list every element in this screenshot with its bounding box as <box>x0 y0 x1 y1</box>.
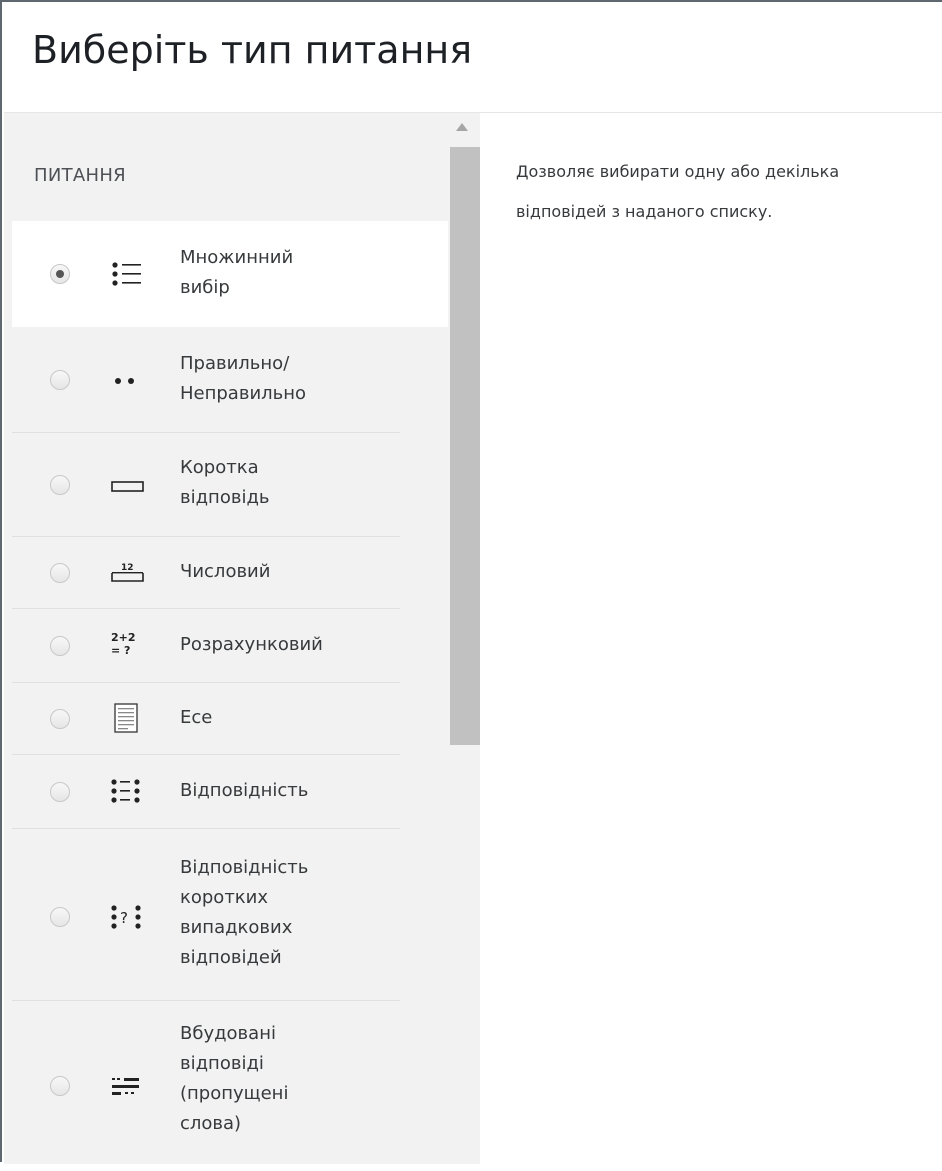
qtype-item-shortanswer[interactable]: Коротка відповідь <box>12 433 448 537</box>
qtype-label: Коротка відповідь <box>180 457 270 508</box>
dialog-header: Виберіть тип питання <box>4 4 942 113</box>
qtype-item-numerical[interactable]: 12 Числовий <box>12 537 448 609</box>
svg-text:= ?: = ? <box>111 644 130 657</box>
shortanswer-icon <box>111 481 144 492</box>
essay-icon <box>114 703 138 733</box>
qtype-radio-calculated[interactable] <box>50 636 70 656</box>
multianswer-icon <box>112 1078 139 1095</box>
qtype-radio-shortanswer[interactable] <box>50 475 70 495</box>
qtype-item-essay[interactable]: Есе <box>12 683 448 755</box>
qtype-label: Вбудовані відповіді (пропущені слова) <box>180 1023 289 1134</box>
qtype-item-calculated[interactable]: 2+2 = ? Розрахунковий <box>12 609 448 683</box>
qtype-radio-randomsamatch[interactable] <box>50 907 70 927</box>
qtype-radio-numerical[interactable] <box>50 563 70 583</box>
qtype-item-match[interactable]: Відповідність <box>12 755 448 829</box>
dialog-title: Виберіть тип питання <box>32 28 473 72</box>
qtype-label: Есе <box>180 707 213 728</box>
qtype-label: Розрахунковий <box>180 634 323 655</box>
scroll-up-arrow-icon[interactable] <box>456 123 468 131</box>
svg-text:?: ? <box>120 909 128 927</box>
svg-text:2+2: 2+2 <box>111 631 136 644</box>
qtype-label: Числовий <box>180 561 271 582</box>
sidebar-scrollbar[interactable] <box>450 113 480 1164</box>
match-icon <box>111 779 140 803</box>
qtype-radio-match[interactable] <box>50 782 70 802</box>
question-type-dialog: Виберіть тип питання ПИТАННЯ Множинний в… <box>0 0 942 1164</box>
qtype-radio-multichoice[interactable] <box>50 264 70 284</box>
qtype-label: Відповідність коротких випадкових відпов… <box>180 857 309 968</box>
calculated-icon: 2+2 = ? <box>111 631 136 657</box>
qtype-label: Відповідність <box>180 780 309 801</box>
qtype-radio-multianswer[interactable] <box>50 1076 70 1096</box>
question-type-sidebar: ПИТАННЯ Множинний вибір Правильно/ Непра… <box>4 113 480 1164</box>
qtype-radio-truefalse[interactable] <box>50 370 70 390</box>
qtype-item-randomsamatch[interactable]: ? Відповідність коротких випадкових відп… <box>12 829 448 1001</box>
qtype-item-multianswer[interactable]: Вбудовані відповіді (пропущені слова) <box>12 1001 448 1171</box>
svg-text:12: 12 <box>121 563 134 573</box>
question-type-description: Дозволяє вибирати одну або декілька відп… <box>516 162 840 221</box>
numerical-icon: 12 <box>111 563 144 582</box>
scroll-thumb[interactable] <box>450 147 480 745</box>
qtype-item-multichoice[interactable]: Множинний вибір <box>12 221 448 327</box>
truefalse-icon <box>115 378 134 384</box>
qtype-label: Правильно/ Неправильно <box>180 353 307 404</box>
section-label: ПИТАННЯ <box>34 165 126 186</box>
qtype-label: Множинний вибір <box>180 247 294 298</box>
qtype-radio-essay[interactable] <box>50 709 70 729</box>
randomsamatch-icon: ? <box>111 905 141 929</box>
qtype-item-truefalse[interactable]: Правильно/ Неправильно <box>12 327 448 433</box>
multichoice-icon <box>112 262 141 286</box>
